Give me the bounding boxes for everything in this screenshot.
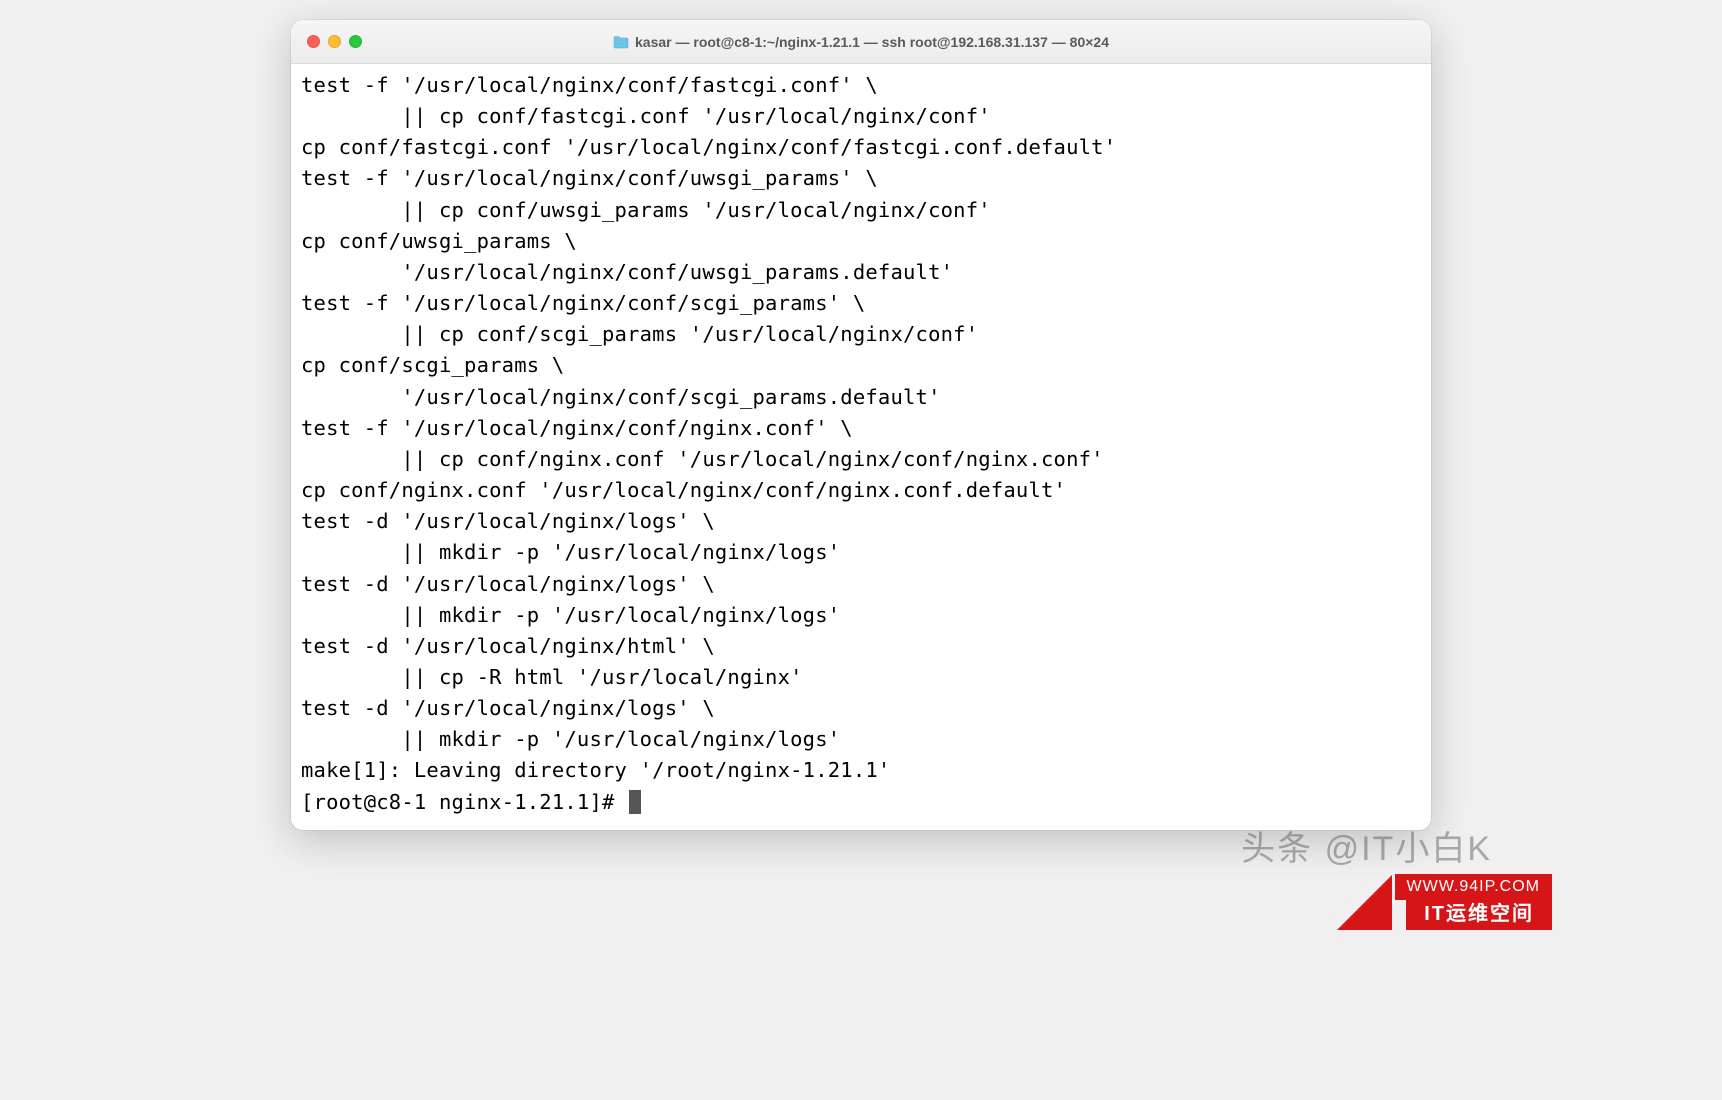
output-line: cp conf/nginx.conf '/usr/local/nginx/con…: [301, 475, 1421, 506]
terminal-output[interactable]: test -f '/usr/local/nginx/conf/fastcgi.c…: [291, 64, 1431, 830]
output-line: || cp conf/nginx.conf '/usr/local/nginx/…: [301, 444, 1421, 475]
watermark-triangle-icon: [1337, 875, 1392, 930]
output-line: || mkdir -p '/usr/local/nginx/logs': [301, 537, 1421, 568]
output-line: cp conf/scgi_params \: [301, 350, 1421, 381]
output-line: test -f '/usr/local/nginx/conf/fastcgi.c…: [301, 70, 1421, 101]
output-line: cp conf/uwsgi_params \: [301, 226, 1421, 257]
output-line: test -d '/usr/local/nginx/logs' \: [301, 569, 1421, 600]
output-line: || cp -R html '/usr/local/nginx': [301, 662, 1421, 693]
shell-prompt: [root@c8-1 nginx-1.21.1]#: [301, 787, 627, 818]
output-line: test -f '/usr/local/nginx/conf/nginx.con…: [301, 413, 1421, 444]
window-controls: [307, 35, 362, 48]
output-line: test -d '/usr/local/nginx/html' \: [301, 631, 1421, 662]
prompt-line[interactable]: [root@c8-1 nginx-1.21.1]#: [301, 787, 1421, 818]
output-line: make[1]: Leaving directory '/root/nginx-…: [301, 755, 1421, 786]
output-line: || cp conf/fastcgi.conf '/usr/local/ngin…: [301, 101, 1421, 132]
output-line: test -d '/usr/local/nginx/logs' \: [301, 693, 1421, 724]
output-line: || cp conf/uwsgi_params '/usr/local/ngin…: [301, 195, 1421, 226]
output-line: test -f '/usr/local/nginx/conf/scgi_para…: [301, 288, 1421, 319]
watermark-author: 头条 @IT小白K: [1241, 821, 1492, 870]
watermark-site-label: IT运维空间: [1406, 893, 1552, 930]
output-line: test -d '/usr/local/nginx/logs' \: [301, 506, 1421, 537]
output-line: || mkdir -p '/usr/local/nginx/logs': [301, 724, 1421, 755]
output-line: test -f '/usr/local/nginx/conf/uwsgi_par…: [301, 163, 1421, 194]
terminal-window: kasar — root@c8-1:~/nginx-1.21.1 — ssh r…: [291, 20, 1431, 830]
window-title: kasar — root@c8-1:~/nginx-1.21.1 — ssh r…: [307, 34, 1415, 50]
output-line: '/usr/local/nginx/conf/uwsgi_params.defa…: [301, 257, 1421, 288]
maximize-button[interactable]: [349, 35, 362, 48]
output-line: || mkdir -p '/usr/local/nginx/logs': [301, 600, 1421, 631]
title-bar[interactable]: kasar — root@c8-1:~/nginx-1.21.1 — ssh r…: [291, 20, 1431, 64]
close-button[interactable]: [307, 35, 320, 48]
window-title-text: kasar — root@c8-1:~/nginx-1.21.1 — ssh r…: [635, 34, 1109, 50]
minimize-button[interactable]: [328, 35, 341, 48]
output-line: || cp conf/scgi_params '/usr/local/nginx…: [301, 319, 1421, 350]
cursor-icon: [629, 790, 641, 814]
output-line: '/usr/local/nginx/conf/scgi_params.defau…: [301, 382, 1421, 413]
folder-icon: [613, 35, 629, 49]
output-line: cp conf/fastcgi.conf '/usr/local/nginx/c…: [301, 132, 1421, 163]
